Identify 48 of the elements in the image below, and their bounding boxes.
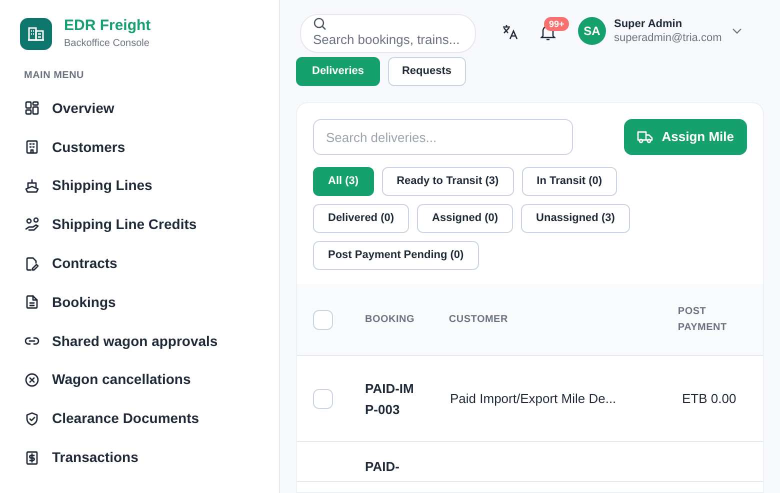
booking-cell-text: PAID-IMP-003 xyxy=(365,380,415,418)
hand-coins-icon xyxy=(24,216,40,233)
logo-icon xyxy=(20,18,52,50)
filter-chip[interactable]: In Transit (0) xyxy=(522,167,618,196)
sidebar-menu-item[interactable]: Wagon cancellations xyxy=(0,360,279,400)
sidebar-menu-item[interactable]: Clearance Documents xyxy=(0,399,279,438)
column-header: BOOKING xyxy=(365,312,416,326)
search-icon xyxy=(313,17,327,31)
menu-heading: MAIN MENU xyxy=(23,69,86,83)
search-field[interactable]: Search bookings, trains... xyxy=(300,14,476,53)
user-email: superadmin@tria.com xyxy=(614,31,722,45)
truck-icon xyxy=(636,130,653,144)
select-all-checkbox[interactable] xyxy=(313,310,333,330)
building-icon xyxy=(24,139,40,156)
grid-icon xyxy=(24,100,40,116)
filter-chip[interactable]: Ready to Transit (3) xyxy=(382,167,514,196)
column-header: CUSTOMER xyxy=(448,312,509,326)
sidebar-menu-item[interactable]: Bookings xyxy=(0,282,279,322)
booking-cell-text: PAID- xyxy=(365,458,400,476)
shield-check-icon xyxy=(24,410,40,427)
tab[interactable]: Requests xyxy=(388,57,466,86)
sidebar-menu-item[interactable]: Contracts xyxy=(0,244,279,283)
chevron-down-icon[interactable] xyxy=(732,28,742,34)
column-header: POST PAYMENT xyxy=(678,304,728,334)
post-payment-cell-text: ETB 0.00 xyxy=(682,390,738,408)
user-name: Super Admin xyxy=(614,17,684,31)
sidebar-menu-item[interactable]: Shared wagon approvals xyxy=(0,322,279,361)
sidebar-menu-item[interactable]: Shipping Line Credits xyxy=(0,205,279,244)
receipt-dollar-icon xyxy=(24,450,40,466)
translate-icon[interactable] xyxy=(502,24,518,40)
document-icon xyxy=(24,294,40,310)
filter-chip[interactable]: Unassigned (3) xyxy=(521,204,630,233)
sidebar-menu-item[interactable]: Overview xyxy=(0,89,279,128)
row-checkbox[interactable] xyxy=(313,388,333,408)
notification-badge: 99+ xyxy=(544,17,570,31)
filter-chip[interactable]: Delivered (0) xyxy=(313,204,410,233)
file-pen-icon xyxy=(24,256,40,272)
filter-chip[interactable]: Assigned (0) xyxy=(417,204,514,233)
ship-icon xyxy=(24,178,40,194)
filter-chip[interactable]: Post Payment Pending (0) xyxy=(313,241,479,270)
sidebar-menu-item[interactable]: Shipping Lines xyxy=(0,166,279,206)
brand-subtitle: Backoffice Console xyxy=(64,37,150,51)
brand-name: EDR Freight xyxy=(64,16,151,36)
sidebar-menu-item[interactable]: Customers xyxy=(0,128,279,167)
delivery-search-field[interactable]: Search deliveries... xyxy=(313,119,573,155)
sidebar-menu-item[interactable]: Transactions xyxy=(0,438,279,477)
customer-cell-text: Paid Import/Export Mile De... xyxy=(450,390,618,408)
x-circle-icon xyxy=(24,372,40,388)
